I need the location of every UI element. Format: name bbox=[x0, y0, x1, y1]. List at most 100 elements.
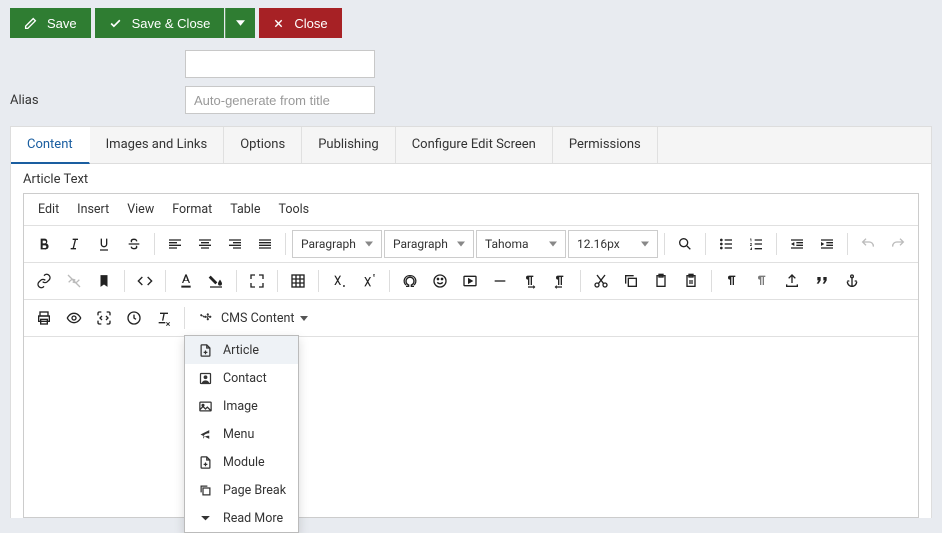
main-panel: Content Images and Links Options Publish… bbox=[10, 126, 932, 518]
check-icon bbox=[109, 17, 122, 30]
show-blocks-button[interactable] bbox=[718, 267, 746, 295]
show-invisible-button[interactable] bbox=[748, 267, 776, 295]
align-right-button[interactable] bbox=[221, 230, 249, 258]
blockquote-button[interactable] bbox=[808, 267, 836, 295]
media-button[interactable] bbox=[456, 267, 484, 295]
editor-toolbar-row-2 bbox=[24, 263, 918, 300]
editor-toolbar-row-3: CMS Content bbox=[24, 300, 918, 337]
menu-table[interactable]: Table bbox=[222, 198, 268, 221]
search-button[interactable] bbox=[671, 230, 699, 258]
rtl-button[interactable] bbox=[546, 267, 574, 295]
share-icon bbox=[197, 426, 213, 442]
ltr-button[interactable] bbox=[516, 267, 544, 295]
title-input[interactable] bbox=[185, 50, 375, 78]
bold-button[interactable] bbox=[30, 230, 58, 258]
file-plus-icon bbox=[197, 342, 213, 358]
editor-content-area[interactable]: Article Contact Image Menu Module bbox=[24, 337, 918, 517]
menu-insert[interactable]: Insert bbox=[69, 198, 117, 221]
file-plus-icon bbox=[197, 454, 213, 470]
cms-item-module[interactable]: Module bbox=[185, 448, 298, 476]
tab-configure[interactable]: Configure Edit Screen bbox=[396, 127, 553, 163]
upload-button[interactable] bbox=[778, 267, 806, 295]
tab-options[interactable]: Options bbox=[224, 127, 302, 163]
menu-edit[interactable]: Edit bbox=[30, 198, 67, 221]
close-label: Close bbox=[294, 16, 327, 31]
undo-button[interactable] bbox=[854, 230, 882, 258]
block-format-select-2[interactable]: Paragraph bbox=[384, 230, 474, 258]
contact-icon bbox=[197, 370, 213, 386]
paste-button[interactable] bbox=[647, 267, 675, 295]
tab-images-links[interactable]: Images and Links bbox=[90, 127, 225, 163]
article-text-label: Article Text bbox=[11, 164, 931, 193]
datetime-button[interactable] bbox=[120, 304, 148, 332]
superscript-button[interactable] bbox=[355, 267, 383, 295]
font-size-select[interactable]: 12.16px bbox=[568, 230, 658, 258]
caret-down-icon bbox=[300, 316, 308, 321]
editor-menubar: Edit Insert View Format Table Tools bbox=[24, 194, 918, 226]
block-format-select-1[interactable]: Paragraph bbox=[292, 230, 382, 258]
numbered-list-button[interactable] bbox=[742, 230, 770, 258]
save-button[interactable]: Save bbox=[10, 8, 91, 38]
alias-input[interactable] bbox=[185, 86, 375, 114]
align-center-button[interactable] bbox=[191, 230, 219, 258]
italic-button[interactable] bbox=[60, 230, 88, 258]
rich-text-editor: Edit Insert View Format Table Tools Para… bbox=[23, 193, 919, 518]
special-char-button[interactable] bbox=[396, 267, 424, 295]
menu-view[interactable]: View bbox=[119, 198, 162, 221]
cms-item-read-more[interactable]: Read More bbox=[185, 504, 298, 532]
chevron-down-icon bbox=[197, 510, 213, 526]
menu-format[interactable]: Format bbox=[164, 198, 220, 221]
cms-content-dropdown: Article Contact Image Menu Module bbox=[184, 335, 299, 533]
print-button[interactable] bbox=[30, 304, 58, 332]
edit-icon bbox=[24, 17, 37, 30]
emoji-button[interactable] bbox=[426, 267, 454, 295]
bookmark-button[interactable] bbox=[90, 267, 118, 295]
text-color-button[interactable] bbox=[172, 267, 200, 295]
unlink-button[interactable] bbox=[60, 267, 88, 295]
align-left-button[interactable] bbox=[161, 230, 189, 258]
source-code-button[interactable] bbox=[131, 267, 159, 295]
font-family-select[interactable]: Tahoma bbox=[476, 230, 566, 258]
clear-format-button[interactable] bbox=[150, 304, 178, 332]
cut-button[interactable] bbox=[587, 267, 615, 295]
anchor-button[interactable] bbox=[838, 267, 866, 295]
redo-button[interactable] bbox=[884, 230, 912, 258]
save-close-label: Save & Close bbox=[132, 16, 211, 31]
background-color-button[interactable] bbox=[202, 267, 230, 295]
fullscreen-button[interactable] bbox=[243, 267, 271, 295]
table-button[interactable] bbox=[284, 267, 312, 295]
preview-button[interactable] bbox=[60, 304, 88, 332]
caret-down-icon bbox=[236, 20, 245, 26]
save-close-dropdown-button[interactable] bbox=[225, 8, 255, 38]
cms-item-menu[interactable]: Menu bbox=[185, 420, 298, 448]
cms-item-article[interactable]: Article bbox=[185, 336, 298, 364]
link-button[interactable] bbox=[30, 267, 58, 295]
outdent-button[interactable] bbox=[783, 230, 811, 258]
tab-content[interactable]: Content bbox=[11, 127, 90, 164]
horizontal-rule-button[interactable] bbox=[486, 267, 514, 295]
menu-tools[interactable]: Tools bbox=[270, 198, 317, 221]
strikethrough-button[interactable] bbox=[120, 230, 148, 258]
subscript-button[interactable] bbox=[325, 267, 353, 295]
close-button[interactable]: Close bbox=[259, 8, 341, 38]
tabs: Content Images and Links Options Publish… bbox=[11, 127, 931, 164]
tab-publishing[interactable]: Publishing bbox=[302, 127, 396, 163]
code-sample-button[interactable] bbox=[90, 304, 118, 332]
cms-content-button[interactable]: CMS Content bbox=[191, 306, 316, 330]
copy-icon bbox=[197, 482, 213, 498]
copy-button[interactable] bbox=[617, 267, 645, 295]
cms-item-page-break[interactable]: Page Break bbox=[185, 476, 298, 504]
title-row bbox=[0, 46, 942, 82]
cms-item-contact[interactable]: Contact bbox=[185, 364, 298, 392]
paste-text-button[interactable] bbox=[677, 267, 705, 295]
cms-item-image[interactable]: Image bbox=[185, 392, 298, 420]
align-justify-button[interactable] bbox=[251, 230, 279, 258]
alias-row: Alias bbox=[0, 82, 942, 118]
indent-button[interactable] bbox=[813, 230, 841, 258]
tab-permissions[interactable]: Permissions bbox=[553, 127, 658, 163]
action-toolbar: Save Save & Close Close bbox=[0, 0, 942, 46]
underline-button[interactable] bbox=[90, 230, 118, 258]
save-close-button[interactable]: Save & Close bbox=[95, 8, 225, 38]
editor-toolbar-row-1: Paragraph Paragraph Tahoma 12.16px bbox=[24, 226, 918, 263]
bullet-list-button[interactable] bbox=[712, 230, 740, 258]
